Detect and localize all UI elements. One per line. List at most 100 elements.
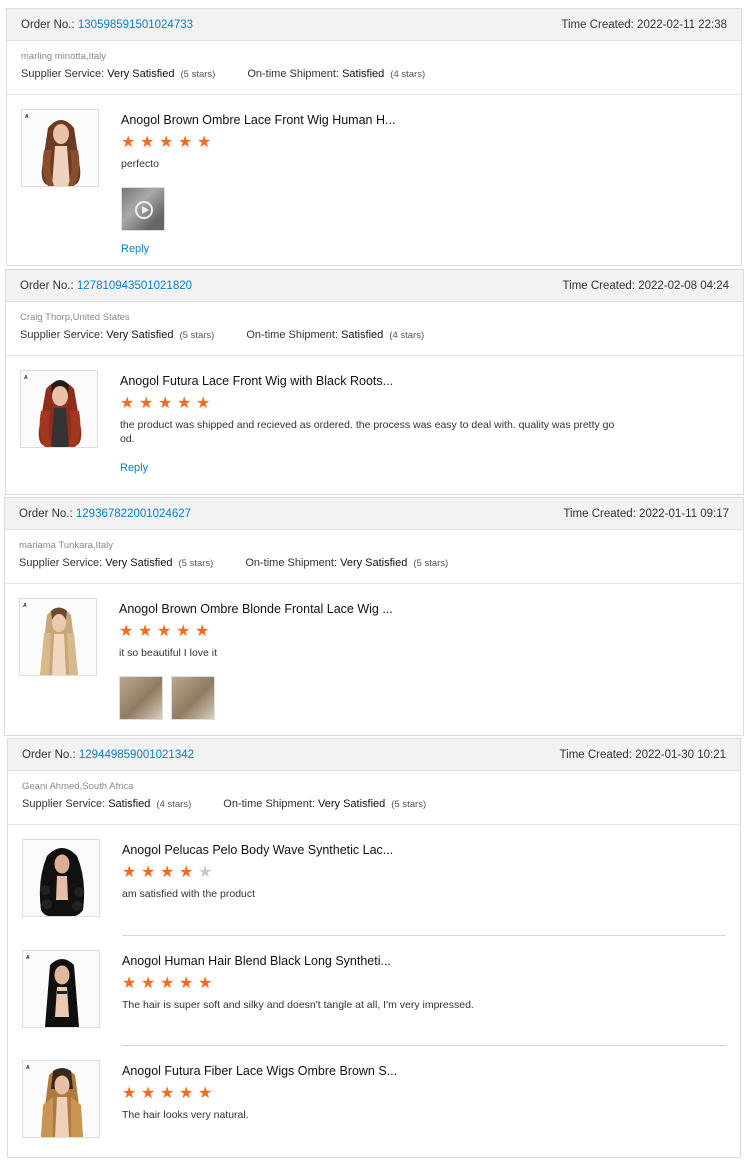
buyer-ratings: mariama Tunkara,Italy Supplier Service: … — [5, 530, 743, 584]
order-number-group: Order No.: 129367822001024627 — [19, 508, 191, 520]
time-created-label: Time Created: — [561, 18, 634, 31]
review-info: Anogol Brown Ombre Lace Front Wig Human … — [121, 109, 727, 257]
review-comment: The hair looks very natural. — [122, 1109, 249, 1121]
star-icon: ★ — [178, 134, 193, 151]
star-rating: ★ ★ ★ ★ ★ — [119, 624, 729, 642]
ontime-shipment-label: On-time Shipment: — [245, 557, 338, 569]
wig-image — [39, 848, 85, 916]
review-card-2: Order No.: 127810943501021820 Time Creat… — [5, 269, 744, 495]
star-icon: ★ — [140, 134, 155, 151]
wig-image — [41, 120, 81, 186]
star-icon: ★ — [196, 395, 211, 412]
buyer-name: marling minotta,Italy — [21, 51, 107, 62]
star-icon: ★ — [197, 134, 212, 151]
star-icon: ★ — [158, 395, 173, 412]
review-photo[interactable] — [119, 676, 163, 720]
star-icon: ★ — [120, 395, 135, 412]
service-ratings: Supplier Service: Very Satisfied (5 star… — [19, 557, 729, 569]
product-image[interactable]: A — [19, 598, 97, 676]
order-no-link[interactable]: 130598591501024733 — [78, 19, 193, 31]
review-video-thumbnail[interactable] — [121, 187, 165, 231]
product-image[interactable] — [22, 839, 100, 917]
brand-logo: A — [23, 603, 27, 609]
product-image[interactable]: A — [22, 950, 100, 1028]
star-icon: ★ — [159, 134, 174, 151]
ontime-shipment-rating: Satisfied — [341, 329, 384, 341]
star-icon: ★ — [160, 864, 175, 881]
reply-link[interactable]: Reply — [121, 243, 149, 255]
ontime-shipment: On-time Shipment: Satisfied (4 stars) — [247, 68, 425, 80]
product-review: A Anogol Human Hair Blend Black Long Syn… — [8, 936, 740, 1045]
supplier-service: Supplier Service: Very Satisfied (5 star… — [19, 557, 213, 569]
supplier-service: Supplier Service: Very Satisfied (5 star… — [21, 68, 215, 80]
ontime-shipment-rating: Satisfied — [342, 68, 385, 80]
ontime-shipment: On-time Shipment: Very Satisfied (5 star… — [223, 798, 426, 810]
time-created-label: Time Created: — [562, 279, 635, 292]
brand-logo: A — [24, 375, 28, 381]
brand-logo: A — [26, 1065, 30, 1071]
product-title[interactable]: Anogol Pelucas Pelo Body Wave Synthetic … — [122, 841, 726, 859]
supplier-service-stars: (5 stars) — [180, 69, 216, 80]
supplier-service-rating: Very Satisfied — [106, 329, 174, 341]
time-created-value: 2022-01-30 10:21 — [635, 748, 726, 761]
review-photos — [119, 676, 729, 720]
order-no-label: Order No.: — [19, 507, 73, 520]
order-header: Order No.: 127810943501021820 Time Creat… — [6, 270, 743, 302]
product-review: A Anogol Brown Ombre Lace Front Wig Huma… — [7, 95, 741, 257]
star-icon: ★ — [198, 1085, 213, 1102]
review-card-1: Order No.: 130598591501024733 Time Creat… — [6, 8, 742, 266]
supplier-service-rating: Very Satisfied — [105, 557, 173, 569]
ontime-shipment-label: On-time Shipment: — [223, 798, 315, 810]
supplier-service: Supplier Service: Satisfied (4 stars) — [22, 798, 191, 810]
product-image[interactable]: A — [21, 109, 99, 187]
ontime-shipment-label: On-time Shipment: — [246, 329, 339, 341]
star-icon: ★ — [177, 395, 192, 412]
product-title[interactable]: Anogol Human Hair Blend Black Long Synth… — [122, 952, 726, 970]
product-image[interactable]: A — [22, 1060, 100, 1138]
review-photo[interactable] — [171, 676, 215, 720]
buyer-ratings: Craig Thorp,United States Supplier Servi… — [6, 302, 743, 356]
star-rating: ★ ★ ★ ★ ★ — [122, 865, 726, 883]
product-title[interactable]: Anogol Brown Ombre Blonde Frontal Lace W… — [119, 600, 729, 618]
order-no-link[interactable]: 129449859001021342 — [79, 749, 194, 761]
product-title[interactable]: Anogol Brown Ombre Lace Front Wig Human … — [121, 111, 727, 129]
star-icon: ★ — [179, 1085, 194, 1102]
service-ratings: Supplier Service: Very Satisfied (5 star… — [20, 329, 729, 341]
star-icon: ★ — [160, 1085, 175, 1102]
star-icon: ★ — [141, 864, 156, 881]
review-photos — [121, 187, 727, 231]
supplier-service-stars: (4 stars) — [156, 799, 192, 810]
buyer-name: Geani Ahmed,South Africa — [22, 781, 134, 792]
order-no-label: Order No.: — [20, 279, 74, 292]
order-no-link[interactable]: 129367822001024627 — [76, 508, 191, 520]
supplier-service-stars: (5 stars) — [179, 330, 215, 341]
time-created-group: Time Created: 2022-02-11 22:38 — [561, 19, 727, 31]
order-no-link[interactable]: 127810943501021820 — [77, 280, 192, 292]
time-created-value: 2022-02-11 22:38 — [637, 18, 727, 31]
star-rating: ★ ★ ★ ★ ★ — [121, 135, 727, 153]
star-icon: ★ — [121, 134, 136, 151]
buyer-name: Craig Thorp,United States — [20, 312, 130, 323]
star-icon: ★ — [160, 975, 175, 992]
star-icon: ★ — [141, 975, 156, 992]
star-icon: ★ — [195, 623, 210, 640]
service-ratings: Supplier Service: Satisfied (4 stars) On… — [22, 798, 726, 810]
order-number-group: Order No.: 127810943501021820 — [20, 280, 192, 292]
star-icon: ★ — [122, 864, 137, 881]
star-rating: ★ ★ ★ ★ ★ — [120, 396, 729, 414]
star-icon: ★ — [122, 1085, 137, 1102]
product-title[interactable]: Anogol Futura Fiber Lace Wigs Ombre Brow… — [122, 1062, 726, 1080]
order-header: Order No.: 130598591501024733 Time Creat… — [7, 9, 741, 41]
time-created-value: 2022-01-11 09:17 — [639, 507, 729, 520]
ontime-shipment-label: On-time Shipment: — [247, 68, 340, 80]
product-image[interactable]: A — [20, 370, 98, 448]
star-rating: ★ ★ ★ ★ ★ — [122, 1086, 726, 1104]
reply-link[interactable]: Reply — [120, 462, 148, 474]
order-number-group: Order No.: 130598591501024733 — [21, 19, 193, 31]
time-created-value: 2022-02-08 04:24 — [638, 279, 729, 292]
product-review: A Anogol Brown Ombre Blonde Frontal Lace… — [5, 584, 743, 720]
review-card-3: Order No.: 129367822001024627 Time Creat… — [4, 497, 744, 736]
product-title[interactable]: Anogol Futura Lace Front Wig with Black … — [120, 372, 729, 390]
supplier-service: Supplier Service: Very Satisfied (5 star… — [20, 329, 214, 341]
review-card-4: Order No.: 129449859001021342 Time Creat… — [7, 738, 741, 1158]
